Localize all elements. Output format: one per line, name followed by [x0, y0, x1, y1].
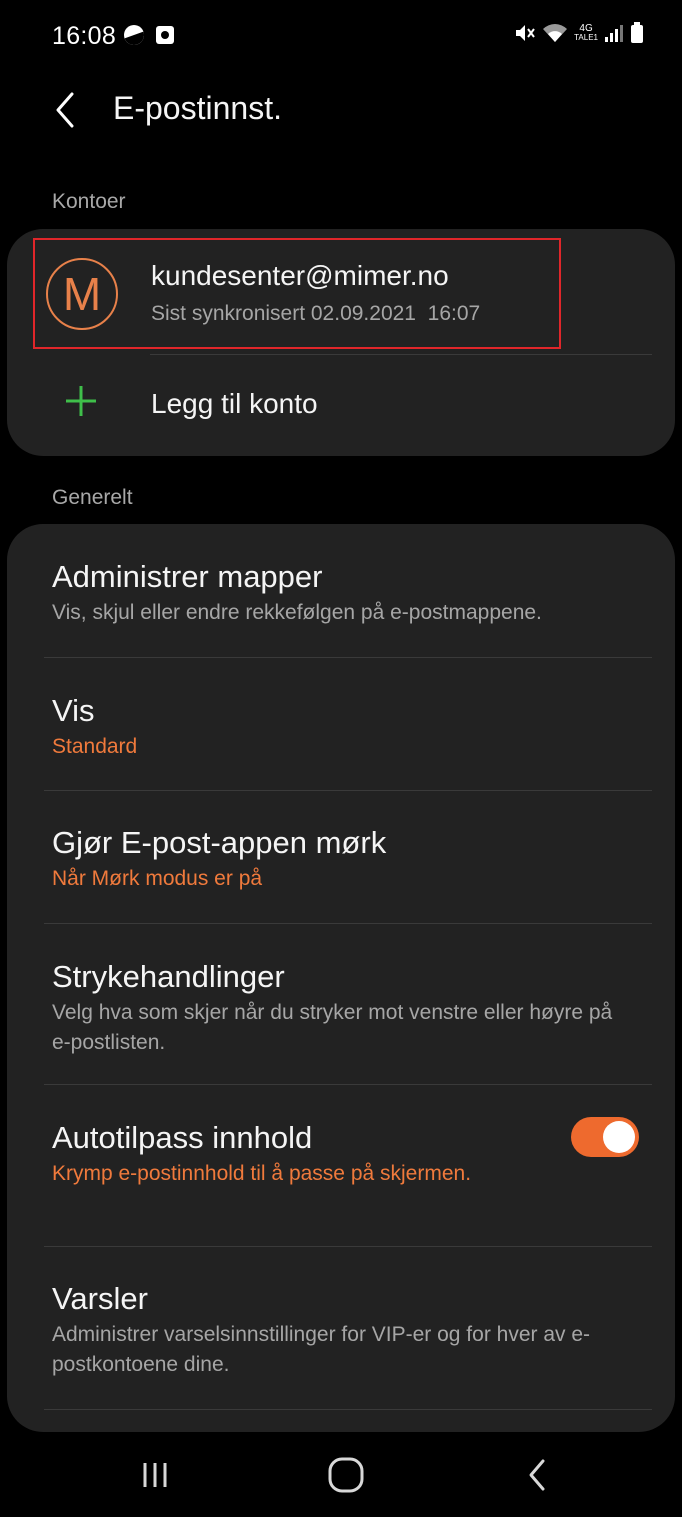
back-icon [529, 1459, 545, 1491]
data-saver-icon [123, 24, 145, 51]
account-item[interactable]: M kundesenter@mimer.no Sist synkronisert… [33, 238, 561, 349]
signal-icon [604, 23, 624, 43]
setting-notifications[interactable]: Varsler Administrer varselsinnstillinger… [7, 1247, 675, 1409]
setting-subtitle: Administrer varselsinnstillinger for VIP… [52, 1323, 591, 1376]
toggle-knob [603, 1121, 635, 1153]
plus-icon [66, 386, 96, 416]
recent-apps-button[interactable] [125, 1450, 185, 1500]
setting-dark-mode[interactable]: Gjør E-post-appen mørk Når Mørk modus er… [7, 791, 675, 923]
setting-subtitle: Vis, skjul eller endre rekkefølgen på e-… [52, 601, 542, 624]
section-label-general: Generelt [52, 486, 133, 509]
home-button[interactable] [316, 1450, 376, 1500]
setting-title: Varsler [52, 1281, 148, 1316]
divider [44, 1409, 652, 1410]
status-time: 16:08 [52, 22, 117, 50]
screenshot-icon [155, 25, 175, 50]
network-type-icon: 4G TALE1 [574, 23, 598, 43]
setting-title: Strykehandlinger [52, 959, 285, 994]
account-email: kundesenter@mimer.no [151, 260, 449, 291]
mute-icon [514, 22, 536, 44]
chevron-left-icon [56, 92, 74, 128]
setting-title: Vis [52, 693, 95, 728]
battery-icon [630, 22, 644, 44]
home-icon [328, 1457, 364, 1493]
status-bar: 16:08 4G TALE1 [0, 0, 682, 80]
setting-title: Gjør E-post-appen mørk [52, 825, 387, 860]
divider [150, 354, 652, 355]
setting-view[interactable]: Vis Standard [7, 658, 675, 790]
auto-fit-toggle[interactable] [571, 1117, 639, 1157]
account-sync-status: Sist synkronisert 02.09.2021 16:07 [151, 302, 481, 325]
section-label-accounts: Kontoer [52, 190, 126, 213]
setting-manage-folders[interactable]: Administrer mapper Vis, skjul eller endr… [7, 524, 675, 657]
avatar: M [46, 258, 118, 330]
setting-title: Administrer mapper [52, 559, 323, 594]
setting-swipe-actions[interactable]: Strykehandlinger Velg hva som skjer når … [7, 924, 675, 1084]
recent-apps-icon [143, 1463, 167, 1487]
wifi-icon [542, 22, 568, 44]
setting-value: Standard [52, 735, 138, 758]
add-account-button[interactable]: Legg til konto [7, 359, 675, 449]
setting-value: Når Mørk modus er på [52, 867, 263, 890]
setting-subtitle: Krymp e-postinnhold til å passe på skjer… [52, 1162, 472, 1185]
back-nav-button[interactable] [508, 1450, 568, 1500]
page-title: E-postinnst. [113, 90, 282, 126]
system-navigation-bar [0, 1432, 682, 1517]
setting-auto-fit-content[interactable]: Autotilpass innhold Krymp e-postinnhold … [7, 1085, 675, 1246]
setting-subtitle: Velg hva som skjer når du stryker mot ve… [52, 1001, 613, 1054]
accounts-card: M kundesenter@mimer.no Sist synkronisert… [7, 229, 675, 456]
app-header: E-postinnst. [0, 80, 682, 160]
back-button[interactable] [48, 88, 84, 132]
general-settings-card: Administrer mapper Vis, skjul eller endr… [7, 524, 675, 1432]
setting-title: Autotilpass innhold [52, 1120, 313, 1155]
add-account-label: Legg til konto [151, 388, 318, 419]
